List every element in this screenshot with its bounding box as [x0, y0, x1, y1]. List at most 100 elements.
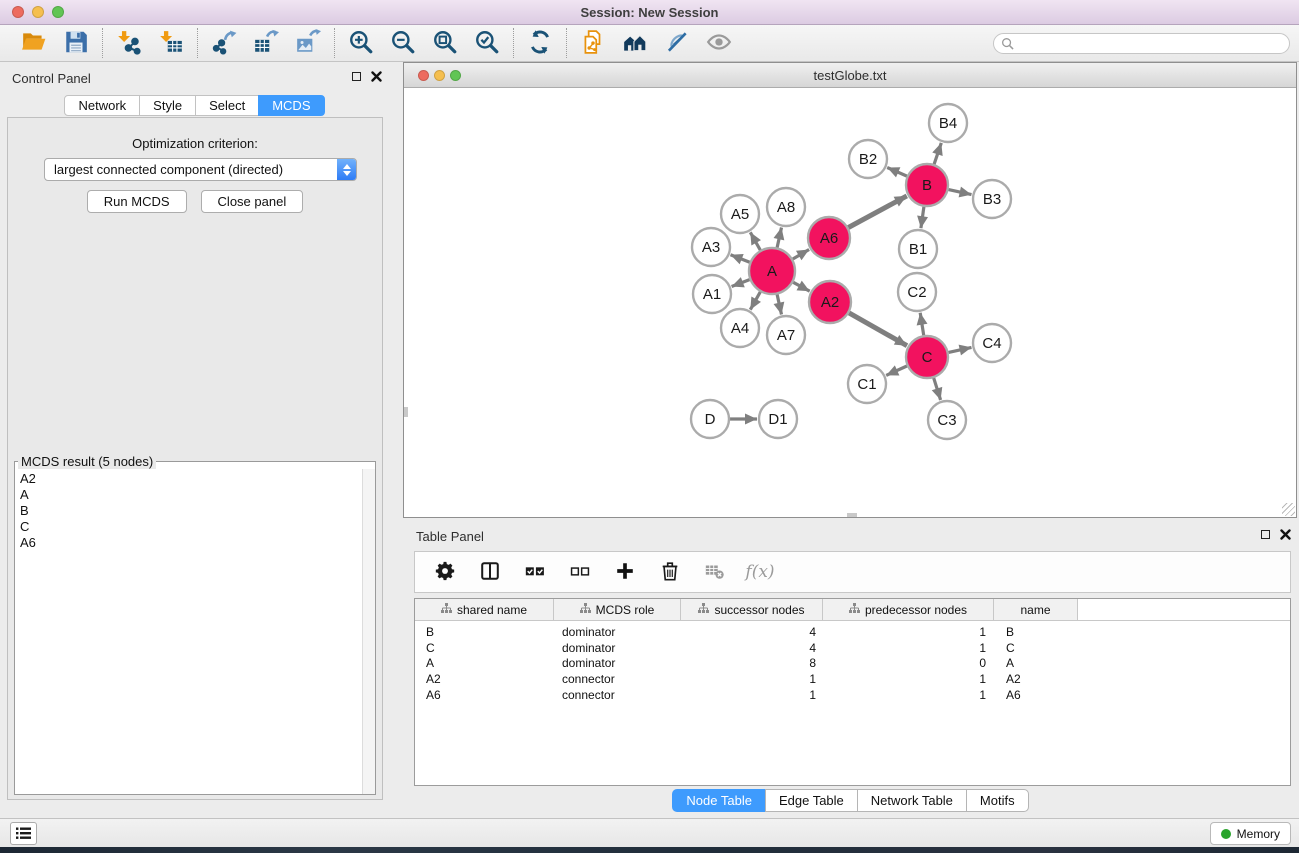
- tab-node-table[interactable]: Node Table: [672, 789, 766, 812]
- table-settings-button[interactable]: [433, 560, 457, 584]
- tab-edge-table[interactable]: Edge Table: [765, 789, 858, 812]
- mcds-result-item[interactable]: A2: [20, 471, 375, 487]
- mcds-result-item[interactable]: B: [20, 503, 375, 519]
- zoom-selected-icon: [474, 29, 500, 58]
- window-edge-handle-left[interactable]: [404, 407, 408, 417]
- mcds-result-item[interactable]: A6: [20, 535, 375, 551]
- column-header-MCDS-role[interactable]: MCDS role: [554, 599, 681, 620]
- home-layout-icon: [622, 29, 648, 58]
- table-row[interactable]: Adominator80A: [415, 655, 1290, 671]
- add-column-icon: [614, 560, 636, 585]
- mcds-result-item[interactable]: A: [20, 487, 375, 503]
- home-layout-button[interactable]: [621, 29, 649, 57]
- task-history-button[interactable]: [10, 822, 37, 845]
- import-network-button[interactable]: [115, 29, 143, 57]
- hide-graphics-details-icon: [664, 29, 690, 58]
- table-close-panel-icon[interactable]: [1280, 529, 1291, 540]
- cell-shared-name: C: [415, 641, 554, 655]
- minimize-window-button[interactable]: [32, 6, 44, 18]
- select-all-button[interactable]: [523, 560, 547, 584]
- zoom-out-button[interactable]: [389, 29, 417, 57]
- tab-style[interactable]: Style: [139, 95, 196, 116]
- table-float-panel-icon[interactable]: [1261, 530, 1270, 539]
- app-titlebar: Session: New Session: [0, 0, 1299, 25]
- search-input[interactable]: [1014, 36, 1274, 50]
- network-minimize-button[interactable]: [434, 70, 445, 81]
- control-panel-tabs: NetworkStyleSelectMCDS: [0, 95, 390, 116]
- cell-shared-name: B: [415, 625, 554, 639]
- show-hide-panel-button[interactable]: [705, 29, 733, 57]
- column-visibility-icon: [479, 560, 501, 585]
- search-box[interactable]: [993, 33, 1290, 54]
- edge-A-A4: [750, 292, 760, 310]
- column-header-name[interactable]: name: [994, 599, 1078, 620]
- delete-column-button[interactable]: [658, 560, 682, 584]
- column-header-successor-nodes[interactable]: successor nodes: [681, 599, 823, 620]
- network-canvas[interactable]: B4B2BB3A5A8A6B1A3AC2A1A2A4A7C4CC1C3DD1: [404, 89, 1296, 517]
- export-network-button[interactable]: [210, 29, 238, 57]
- edge-C-C1: [886, 366, 907, 375]
- edge-A-A7: [777, 294, 781, 314]
- clone-network-button[interactable]: [579, 29, 607, 57]
- result-scrollbar[interactable]: [362, 469, 375, 794]
- edge-C-C4: [949, 347, 972, 352]
- table-row[interactable]: A6connector11A6: [415, 687, 1290, 703]
- tab-mcds[interactable]: MCDS: [258, 95, 324, 116]
- add-column-button[interactable]: [613, 560, 637, 584]
- export-image-button[interactable]: [294, 29, 322, 57]
- tab-network[interactable]: Network: [64, 95, 140, 116]
- clone-network-icon: [580, 29, 606, 58]
- node-label-C2: C2: [907, 284, 926, 301]
- open-file-button[interactable]: [20, 29, 48, 57]
- close-panel-icon[interactable]: [371, 71, 382, 82]
- memory-button[interactable]: Memory: [1210, 822, 1291, 845]
- tab-network-table[interactable]: Network Table: [857, 789, 967, 812]
- node-label-C3: C3: [937, 412, 956, 429]
- column-header-shared-name[interactable]: shared name: [415, 599, 554, 620]
- window-edge-handle-bottom[interactable]: [847, 513, 857, 517]
- save-session-button[interactable]: [62, 29, 90, 57]
- function-builder-button[interactable]: f(x): [748, 560, 772, 584]
- run-mcds-button[interactable]: Run MCDS: [87, 190, 187, 213]
- hide-graphics-details-button[interactable]: [663, 29, 691, 57]
- deselect-all-button[interactable]: [568, 560, 592, 584]
- table-row[interactable]: A2connector11A2: [415, 671, 1290, 687]
- network-maximize-button[interactable]: [450, 70, 461, 81]
- window-resize-grip[interactable]: [1282, 503, 1295, 516]
- column-type-icon: [580, 603, 591, 617]
- table-settings-icon: [434, 560, 456, 585]
- zoom-fit-button[interactable]: [431, 29, 459, 57]
- node-label-A8: A8: [777, 199, 795, 216]
- refresh-view-button[interactable]: [526, 29, 554, 57]
- close-window-button[interactable]: [12, 6, 24, 18]
- zoom-in-button[interactable]: [347, 29, 375, 57]
- tab-motifs[interactable]: Motifs: [966, 789, 1029, 812]
- network-close-button[interactable]: [418, 70, 429, 81]
- table-row[interactable]: Bdominator41B: [415, 624, 1290, 640]
- column-header-predecessor-nodes[interactable]: predecessor nodes: [823, 599, 994, 620]
- cell-MCDS-role: dominator: [554, 641, 681, 655]
- memory-label: Memory: [1237, 827, 1280, 841]
- maximize-window-button[interactable]: [52, 6, 64, 18]
- optimization-criterion-label: Optimization criterion:: [8, 136, 382, 151]
- criterion-value: largest connected component (directed): [54, 162, 283, 177]
- tab-select[interactable]: Select: [195, 95, 259, 116]
- export-table-button[interactable]: [252, 29, 280, 57]
- import-table-button[interactable]: [157, 29, 185, 57]
- node-label-A6: A6: [820, 230, 838, 247]
- delete-table-button[interactable]: [703, 560, 727, 584]
- application-window: Session: New Session Control Panel Netwo…: [0, 0, 1299, 853]
- toolbar-group-4: [514, 29, 566, 57]
- column-visibility-button[interactable]: [478, 560, 502, 584]
- function-builder-icon: f(x): [745, 562, 774, 582]
- zoom-selected-button[interactable]: [473, 29, 501, 57]
- mcds-result-item[interactable]: C: [20, 519, 375, 535]
- criterion-dropdown[interactable]: largest connected component (directed): [44, 158, 357, 181]
- close-panel-button[interactable]: Close panel: [201, 190, 304, 213]
- float-panel-icon[interactable]: [352, 72, 361, 81]
- table-row[interactable]: Cdominator41C: [415, 640, 1290, 656]
- edge-A-A3: [731, 255, 750, 263]
- toolbar-group-5: [567, 29, 745, 57]
- column-type-icon: [441, 603, 452, 617]
- network-window-titlebar[interactable]: testGlobe.txt: [404, 63, 1296, 88]
